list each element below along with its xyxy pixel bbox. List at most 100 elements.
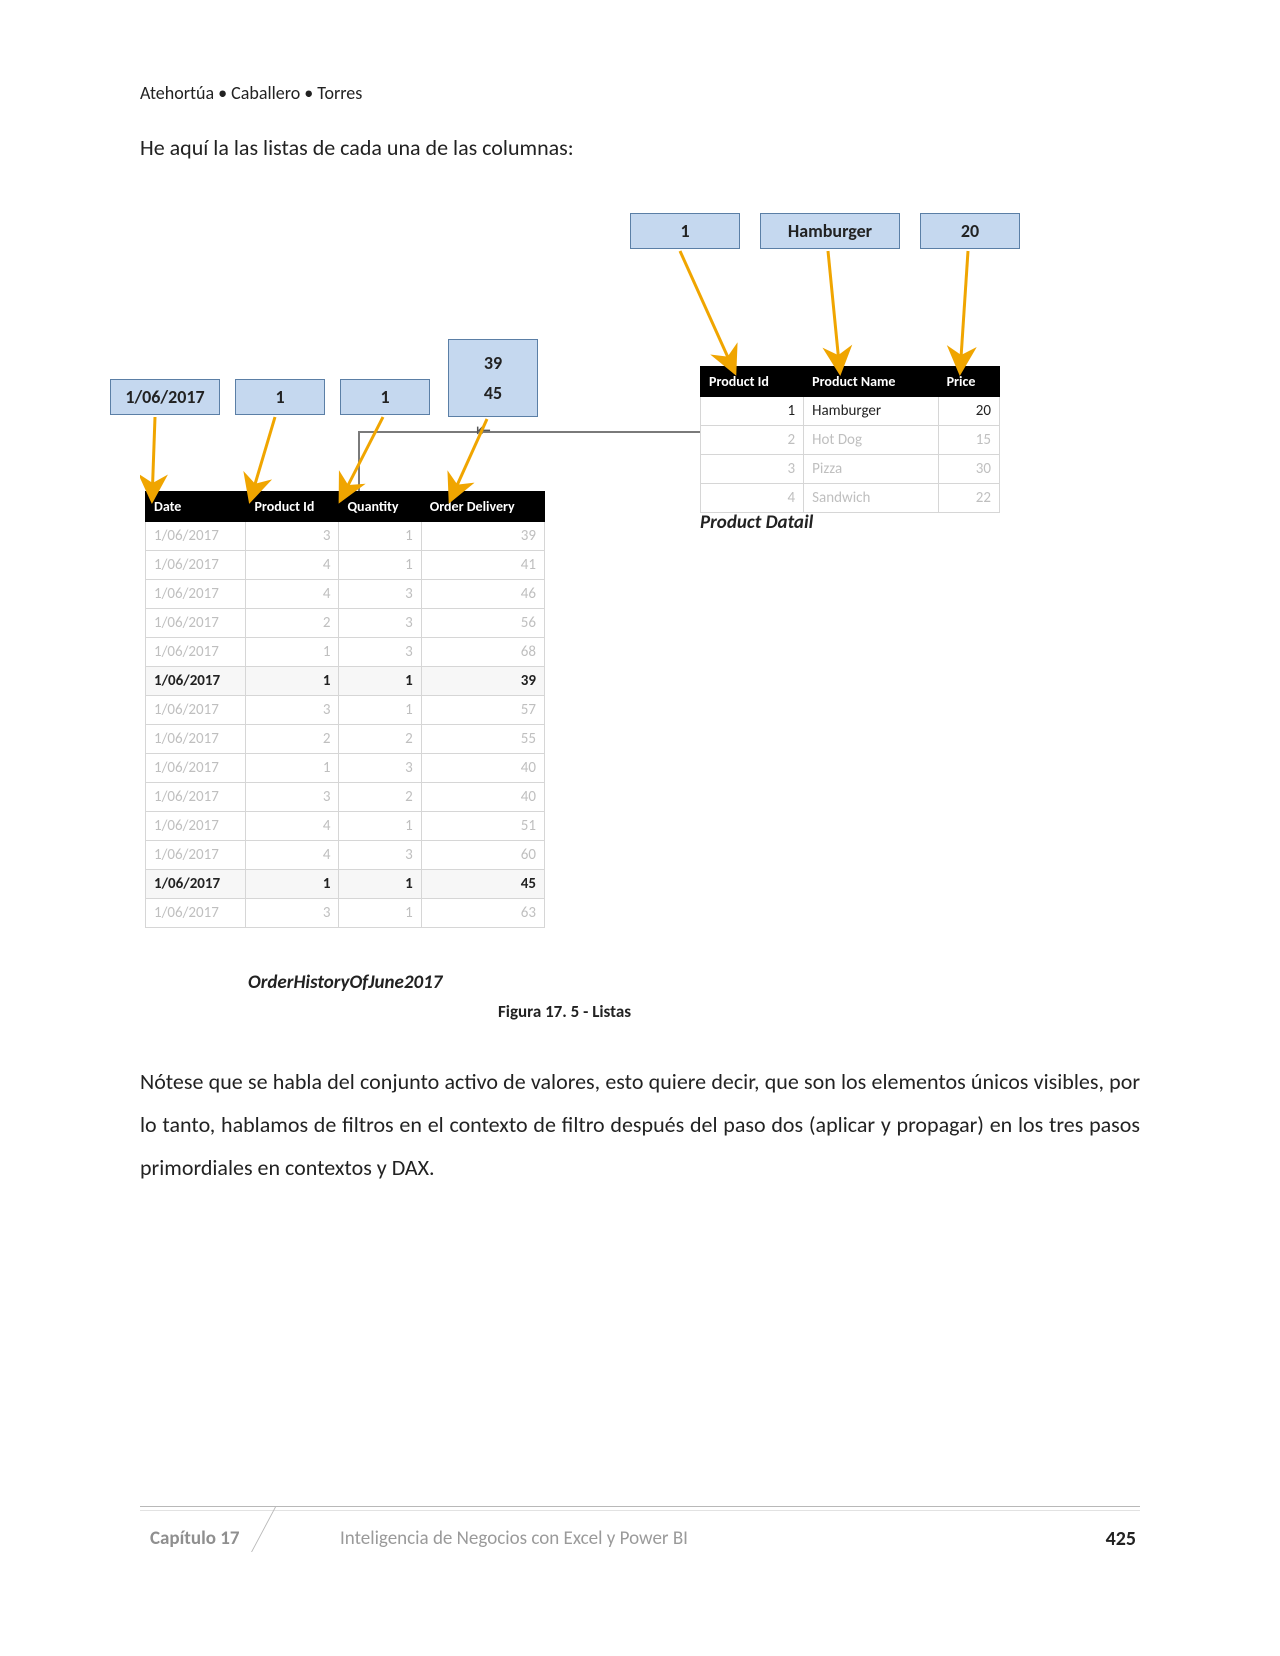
order-cell: 1 [246, 667, 339, 696]
order-cell: 68 [421, 638, 544, 667]
order-cell: 1/06/2017 [146, 783, 246, 812]
footer-divider [251, 1507, 315, 1552]
order-cell: 1/06/2017 [146, 667, 246, 696]
arrow-date [152, 417, 155, 501]
order-cell: 4 [246, 841, 339, 870]
order-cell: 2 [339, 725, 421, 754]
order-cell: 1/06/2017 [146, 899, 246, 928]
order-cell: 41 [421, 551, 544, 580]
product-cell: Pizza [804, 455, 938, 484]
page-footer: Capítulo 17 Inteligencia de Negocios con… [140, 1506, 1140, 1566]
order-table-caption: OrderHistoryOfJune2017 [248, 971, 442, 994]
order-cell: 3 [246, 696, 339, 725]
order-cell: 1/06/2017 [146, 754, 246, 783]
product-header-cell: Product Name [804, 367, 938, 397]
relationship-arrow-icon: ⇤ [476, 419, 491, 441]
tag-delivery-45: 45 [484, 382, 502, 404]
product-row: 3Pizza30 [701, 455, 1000, 484]
product-table: Product IdProduct NamePrice 1Hamburger20… [700, 366, 1000, 513]
order-cell: 46 [421, 580, 544, 609]
order-cell: 4 [246, 812, 339, 841]
order-row: 1/06/20171368 [146, 638, 545, 667]
order-cell: 4 [246, 551, 339, 580]
order-cell: 3 [246, 783, 339, 812]
order-cell: 1/06/2017 [146, 609, 246, 638]
order-row: 1/06/20171340 [146, 754, 545, 783]
order-cell: 1/06/2017 [146, 580, 246, 609]
order-cell: 3 [246, 522, 339, 551]
relationship-line-v [358, 431, 360, 491]
tag-p-name: Hamburger [760, 213, 900, 249]
order-cell: 1/06/2017 [146, 638, 246, 667]
figure-caption: Figura 17. 5 - Listas [498, 1001, 631, 1022]
authors-line: Atehortúa • Caballero • Torres [140, 82, 1140, 104]
order-cell: 60 [421, 841, 544, 870]
product-cell: 30 [938, 455, 999, 484]
order-table: DateProduct IdQuantityOrder Delivery 1/0… [145, 491, 545, 928]
order-cell: 39 [421, 522, 544, 551]
product-header-cell: Product Id [701, 367, 804, 397]
order-cell: 1/06/2017 [146, 696, 246, 725]
product-header-cell: Price [938, 367, 999, 397]
order-header-cell: Date [146, 492, 246, 522]
order-cell: 1 [246, 870, 339, 899]
order-cell: 3 [339, 609, 421, 638]
product-cell: 2 [701, 426, 804, 455]
order-cell: 1/06/2017 [146, 812, 246, 841]
product-cell: 1 [701, 397, 804, 426]
order-row: 1/06/20171145 [146, 870, 545, 899]
order-cell: 3 [339, 580, 421, 609]
order-cell: 1/06/2017 [146, 551, 246, 580]
order-cell: 55 [421, 725, 544, 754]
product-cell: 3 [701, 455, 804, 484]
order-cell: 1 [339, 812, 421, 841]
order-cell: 2 [246, 609, 339, 638]
product-table-caption: Product Datail [700, 511, 813, 534]
order-cell: 57 [421, 696, 544, 725]
order-row: 1/06/20174141 [146, 551, 545, 580]
order-cell: 2 [339, 783, 421, 812]
order-cell: 1 [339, 667, 421, 696]
product-cell: 20 [938, 397, 999, 426]
order-cell: 1/06/2017 [146, 841, 246, 870]
order-cell: 1/06/2017 [146, 870, 246, 899]
relationship-line-h [358, 431, 700, 433]
order-header-cell: Order Delivery [421, 492, 544, 522]
order-cell: 1 [246, 754, 339, 783]
body-paragraph: Nótese que se habla del conjunto activo … [140, 1061, 1140, 1190]
product-cell: Hot Dog [804, 426, 938, 455]
order-cell: 3 [339, 841, 421, 870]
product-cell: 4 [701, 484, 804, 513]
tag-orderprodid: 1 [235, 379, 325, 415]
order-cell: 1 [339, 899, 421, 928]
order-row: 1/06/20171139 [146, 667, 545, 696]
order-cell: 45 [421, 870, 544, 899]
order-cell: 63 [421, 899, 544, 928]
arrow-qty [340, 417, 383, 501]
arrow-p-prodid [680, 251, 735, 373]
order-cell: 4 [246, 580, 339, 609]
order-cell: 1/06/2017 [146, 522, 246, 551]
tag-qty: 1 [340, 379, 430, 415]
order-row: 1/06/20174360 [146, 841, 545, 870]
order-header-cell: Quantity [339, 492, 421, 522]
order-cell: 1/06/2017 [146, 725, 246, 754]
diagram-figure: 1 Hamburger 20 1/06/2017 1 1 39 45 Produ… [140, 201, 1140, 1031]
order-row: 1/06/20173163 [146, 899, 545, 928]
order-row: 1/06/20172356 [146, 609, 545, 638]
order-cell: 1 [339, 870, 421, 899]
product-cell: Hamburger [804, 397, 938, 426]
order-row: 1/06/20173139 [146, 522, 545, 551]
arrow-p-price [960, 251, 968, 373]
order-row: 1/06/20173157 [146, 696, 545, 725]
product-cell: Sandwich [804, 484, 938, 513]
arrow-prodid [250, 417, 275, 501]
order-row: 1/06/20174346 [146, 580, 545, 609]
order-cell: 1 [339, 551, 421, 580]
tag-delivery-stack: 39 45 [448, 339, 538, 417]
order-row: 1/06/20173240 [146, 783, 545, 812]
order-cell: 56 [421, 609, 544, 638]
tag-p-price: 20 [920, 213, 1020, 249]
order-header-cell: Product Id [246, 492, 339, 522]
product-cell: 15 [938, 426, 999, 455]
